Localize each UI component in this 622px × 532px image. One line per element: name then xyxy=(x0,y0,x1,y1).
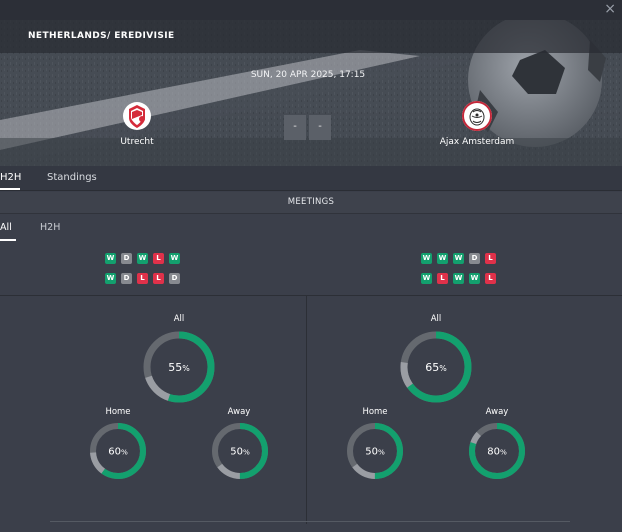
active-subtab-indicator xyxy=(0,239,16,241)
window-top-bar: × xyxy=(0,0,622,20)
tab-standings[interactable]: Standings xyxy=(47,172,97,183)
utrecht-logo-icon xyxy=(123,102,151,130)
form-result-badge: L xyxy=(485,273,496,284)
away-home-label: Home xyxy=(362,407,388,417)
ring-percent-text: 60% xyxy=(108,447,128,458)
home-home-label: Home xyxy=(105,407,131,417)
form-result-badge: L xyxy=(153,253,164,264)
form-result-badge: W xyxy=(453,253,464,264)
subtab-h2h[interactable]: H2H xyxy=(40,222,60,233)
match-date: SUN, 20 APR 2025, 17:15 xyxy=(250,70,366,80)
bottom-divider xyxy=(50,521,570,522)
form-result-badge: W xyxy=(105,253,116,264)
home-all-ring: 55% xyxy=(143,331,215,403)
form-result-badge: L xyxy=(153,273,164,284)
away-all-label: All xyxy=(430,314,442,324)
away-form-row-2: WLWWL xyxy=(421,273,501,284)
form-result-badge: W xyxy=(437,253,448,264)
form-result-badge: W xyxy=(421,253,432,264)
meetings-subtabs: All H2H xyxy=(0,214,622,241)
stats-divider-horizontal xyxy=(0,295,622,296)
ajax-logo-icon xyxy=(462,101,492,131)
active-tab-indicator xyxy=(0,188,20,190)
form-result-badge: W xyxy=(169,253,180,264)
league-name[interactable]: NETHERLANDS/ EREDIVISIE xyxy=(28,31,175,41)
home-score: - xyxy=(284,115,306,140)
form-result-badge: L xyxy=(437,273,448,284)
ring-percent-text: 50% xyxy=(365,447,385,458)
tab-h2h[interactable]: H2H xyxy=(0,172,21,183)
home-away-ring: 50% xyxy=(212,423,268,479)
form-result-badge: D xyxy=(121,273,132,284)
form-result-badge: W xyxy=(105,273,116,284)
home-form-row-1: WDWLW xyxy=(105,253,185,264)
stats-divider-vertical xyxy=(306,296,307,524)
home-all-label: All xyxy=(173,314,185,324)
form-result-badge: D xyxy=(121,253,132,264)
league-bar: NETHERLANDS/ EREDIVISIE xyxy=(0,20,622,53)
away-home-ring: 50% xyxy=(347,423,403,479)
away-away-label: Away xyxy=(485,407,509,417)
close-icon[interactable]: × xyxy=(604,1,616,17)
form-result-badge: W xyxy=(453,273,464,284)
form-result-badge: L xyxy=(485,253,496,264)
away-form-row-1: WWWDL xyxy=(421,253,501,264)
home-away-label: Away xyxy=(227,407,251,417)
subtab-all[interactable]: All xyxy=(0,222,12,233)
form-result-badge: W xyxy=(137,253,148,264)
form-result-badge: D xyxy=(469,253,480,264)
main-tabs: H2H Standings xyxy=(0,166,622,191)
form-result-badge: W xyxy=(469,273,480,284)
away-team[interactable]: Ajax Amsterdam xyxy=(422,100,532,147)
form-result-badge: D xyxy=(169,273,180,284)
ring-percent-text: 80% xyxy=(487,447,507,458)
ring-percent-text: 65% xyxy=(425,361,447,374)
away-all-ring: 65% xyxy=(400,331,472,403)
ring-percent-text: 50% xyxy=(230,447,250,458)
home-team[interactable]: Utrecht xyxy=(82,100,192,147)
home-home-ring: 60% xyxy=(90,423,147,479)
home-team-name: Utrecht xyxy=(120,137,154,147)
ring-percent-text: 55% xyxy=(168,361,190,374)
away-team-name: Ajax Amsterdam xyxy=(439,137,515,147)
form-result-badge: W xyxy=(421,273,432,284)
form-result-badge: L xyxy=(137,273,148,284)
section-title: MEETINGS xyxy=(0,192,622,214)
away-away-ring: 80% xyxy=(468,423,525,479)
match-header: NETHERLANDS/ EREDIVISIE SUN, 20 APR 2025… xyxy=(0,20,622,166)
away-score: - xyxy=(309,115,331,140)
home-form-row-2: WDLLD xyxy=(105,273,185,284)
